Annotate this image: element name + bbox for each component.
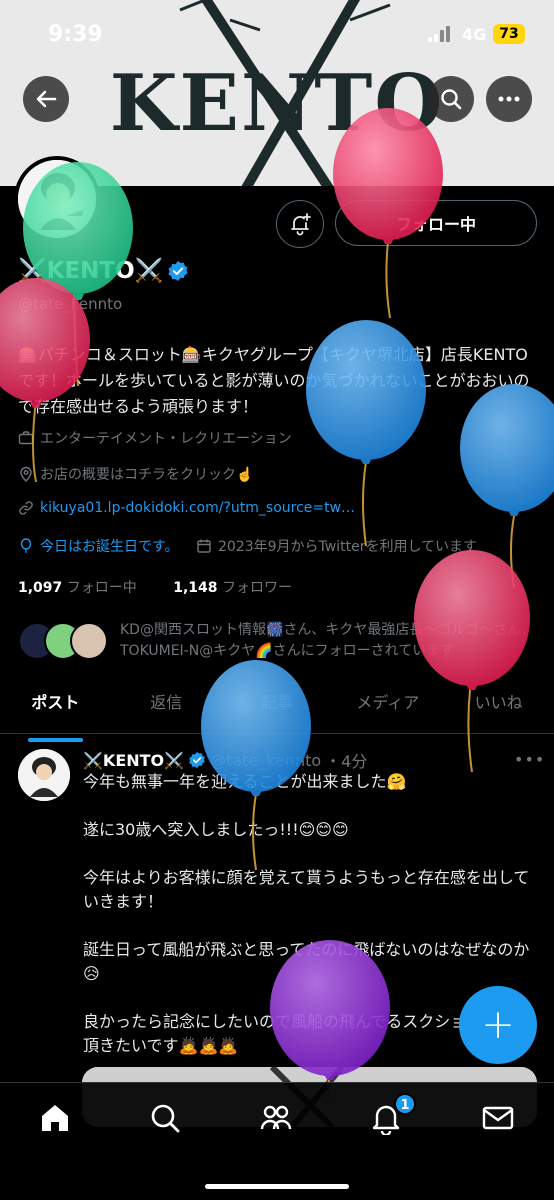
tab-articles[interactable]: 記事 [222, 682, 333, 733]
status-bar: 9:39 4G 73 [0, 0, 554, 62]
category-text: エンターテイメント・レクリエーション [40, 431, 292, 447]
following-count: 1,097 [18, 580, 63, 596]
location-text: お店の概要はコチラをクリック☝️ [40, 467, 254, 483]
profile-location: お店の概要はコチラをクリック☝️ [18, 464, 253, 484]
profile-name-row: ⚔️KENTO⚔️ [18, 257, 189, 284]
tab-posts[interactable]: ポスト [0, 682, 111, 742]
post-header: ⚔️KENTO⚔️ @tate_kennto ・4分 [83, 748, 367, 772]
status-time: 9:39 [48, 22, 103, 47]
profile-website[interactable]: kikuya01.lp-dokidoki.com/?utm_source=tw… [18, 500, 355, 516]
profile-handle: @tate_kennto [18, 295, 123, 313]
post-paragraph: 今年も無事一年を迎えることが出来ました🤗 [83, 772, 407, 791]
communities-icon[interactable] [259, 1101, 293, 1135]
followers-stat[interactable]: 1,148 フォロワー [173, 580, 308, 596]
mutual-followers-text[interactable]: KD@関西スロット情報🎆さん、キクヤ最強店長～ゴルゴ～さん、TOKUMEI-N@… [120, 620, 540, 662]
post-author-name[interactable]: ⚔️KENTO⚔️ [83, 751, 184, 770]
tab-media[interactable]: メディア [332, 682, 443, 733]
location-pin-icon [20, 466, 32, 482]
verified-badge-icon[interactable] [167, 260, 189, 282]
post-author-handle[interactable]: @tate_kennto [210, 751, 321, 770]
post-time: ・4分 [325, 752, 368, 771]
profile-birthday: 今日はお誕生日です。 [18, 536, 179, 556]
messages-mail-icon[interactable] [481, 1101, 515, 1135]
back-arrow-icon [36, 90, 57, 108]
battery-indicator: 73 [493, 24, 525, 44]
mutual-avatar-3 [70, 622, 108, 660]
search-icon [441, 89, 462, 110]
post-avatar[interactable] [18, 749, 70, 801]
profile-joined: 2023年9月からTwitterを利用しています [196, 536, 477, 556]
bottom-navigation [0, 1082, 554, 1200]
verified-badge-icon [189, 751, 205, 769]
post-paragraph: 誕生日って風船が飛ぶと思ってたのに飛ばないのはなぜなのか😥 [83, 940, 530, 983]
followers-count: 1,148 [173, 580, 218, 596]
profile-avatar[interactable] [14, 156, 100, 242]
notify-bell-button[interactable] [276, 200, 324, 248]
explore-search-icon[interactable] [148, 1101, 182, 1135]
more-icon [498, 96, 520, 102]
joined-text: 2023年9月からTwitterを利用しています [218, 539, 478, 555]
home-icon[interactable] [38, 1101, 72, 1135]
profile-tabs: ポスト 返信 記事 メディア いいね [0, 682, 554, 742]
calendar-icon [197, 539, 211, 553]
search-button[interactable] [428, 76, 474, 122]
home-indicator [205, 1184, 349, 1189]
notification-count-badge: 1 [394, 1093, 416, 1115]
profile-name: ⚔️KENTO⚔️ [18, 258, 164, 284]
post-avatar-illustration [18, 749, 70, 801]
signal-icon [428, 26, 450, 42]
compose-post-button[interactable]: + [459, 986, 537, 1064]
followers-label: フォロワー [221, 580, 292, 596]
post-paragraph: 遂に30歳へ突入しましたっ!!!😊😊😊 [83, 820, 349, 839]
briefcase-icon [18, 431, 34, 445]
network-type: 4G [462, 25, 487, 44]
website-link[interactable]: kikuya01.lp-dokidoki.com/?utm_source=tw… [40, 500, 355, 516]
avatar-illustration [18, 160, 96, 238]
post-paragraph: 今年はよりお客様に顔を覚えて貰うようもっと存在感を出していきます！ [83, 868, 530, 911]
link-icon [19, 501, 33, 515]
post-more-button[interactable]: ••• [514, 750, 545, 769]
mutual-avatars[interactable] [18, 622, 110, 662]
following-button[interactable]: フォロー中 [335, 200, 537, 246]
balloon-icon [20, 538, 32, 553]
more-button[interactable] [486, 76, 532, 122]
tab-replies[interactable]: 返信 [111, 682, 222, 733]
back-button[interactable] [23, 76, 69, 122]
bell-plus-icon [291, 213, 311, 236]
profile-category: エンターテイメント・レクリエーション [18, 428, 292, 448]
follow-stats: 1,097 フォロー中 1,148 フォロワー [18, 577, 324, 597]
following-stat[interactable]: 1,097 フォロー中 [18, 580, 153, 596]
birthday-text: 今日はお誕生日です。 [40, 539, 179, 555]
following-label: フォロー中 [66, 580, 137, 596]
profile-bio: 🎰パチンコ＆スロット🎰キクヤグループ【キクヤ堺北店】店長KENTOです！ホールを… [18, 345, 530, 416]
tab-likes[interactable]: いいね [443, 682, 554, 733]
